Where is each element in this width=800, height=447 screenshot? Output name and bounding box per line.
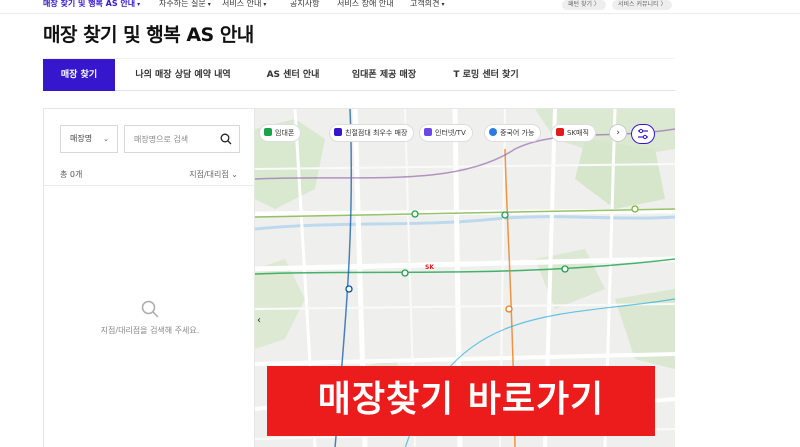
chip-label: SK매직 bbox=[567, 129, 589, 137]
phone-icon bbox=[264, 128, 272, 136]
result-count: 총 0개 bbox=[60, 170, 83, 179]
chip-label: 중국어 가능 bbox=[500, 129, 535, 137]
service-community-button[interactable]: 서비스 커뮤니티 〉 bbox=[612, 0, 673, 10]
tv-icon bbox=[424, 128, 432, 136]
store-find-shortcut-banner[interactable]: 매장찾기 바로가기 bbox=[267, 366, 655, 436]
store-search-panel: 매장명 ⌄ 총 0개 지점/대리점 ⌄ 지점/대리점을 검색해 주세요. bbox=[43, 108, 256, 447]
tab-as-center[interactable]: AS 센터 안내 bbox=[253, 59, 333, 91]
tab-bar: 매장 찾기 나의 매장 상담 예약 내역 AS 센터 안내 임대폰 제공 매장 … bbox=[43, 58, 675, 91]
chip-label: 임대폰 bbox=[275, 129, 295, 137]
nav-item-label: 공지사항 bbox=[290, 0, 320, 8]
chevron-down-icon: ▾ bbox=[207, 1, 211, 8]
tab-my-reservations[interactable]: 나의 매장 상담 예약 내역 bbox=[123, 59, 243, 91]
store-type-filter[interactable]: 지점/대리점 ⌄ bbox=[189, 169, 238, 180]
chevron-down-icon: ⌄ bbox=[103, 135, 109, 143]
chip-chinese-available[interactable]: 중국어 가능 bbox=[484, 124, 542, 142]
nav-item-service-guide[interactable]: 서비스 안내 ▾ bbox=[222, 0, 266, 9]
nav-item-faq[interactable]: 자주하는 질문 ▾ bbox=[159, 0, 211, 9]
pattern-find-button[interactable]: 패턴 찾기 〉 bbox=[562, 0, 606, 10]
search-icon bbox=[141, 300, 159, 318]
sk-store-marker[interactable]: SK bbox=[425, 264, 434, 271]
divider bbox=[44, 185, 256, 186]
tab-roaming-center[interactable]: T 로밍 센터 찾기 bbox=[443, 59, 529, 91]
store-type-filter-label: 지점/대리점 bbox=[189, 170, 229, 179]
chevron-down-icon: ▾ bbox=[137, 1, 141, 8]
chevron-down-icon: ⌄ bbox=[231, 170, 238, 179]
chevron-down-icon: ▾ bbox=[263, 1, 267, 8]
map-filter-button[interactable] bbox=[631, 124, 655, 144]
t-logo-icon bbox=[334, 128, 342, 136]
page-title: 매장 찾기 및 행복 AS 안내 bbox=[43, 24, 254, 46]
sk-magic-icon bbox=[556, 128, 564, 136]
search-type-value: 매장명 bbox=[70, 134, 93, 143]
nav-item-notice[interactable]: 공지사항 bbox=[290, 0, 319, 8]
search-input[interactable] bbox=[125, 126, 215, 152]
chip-internet-tv[interactable]: 인터넷/TV bbox=[419, 124, 473, 142]
nav-item-label: 서비스 장애 안내 bbox=[337, 0, 394, 8]
tab-rental-phone[interactable]: 임대폰 제공 매장 bbox=[339, 59, 429, 91]
star-icon bbox=[489, 128, 497, 136]
sliders-icon bbox=[638, 128, 648, 140]
tab-store-find[interactable]: 매장 찾기 bbox=[43, 59, 115, 91]
nav-item-store-find[interactable]: 매장 찾기 및 행복 AS 안내 ▾ bbox=[43, 0, 140, 9]
nav-item-feedback[interactable]: 고객의견 ▾ bbox=[410, 0, 444, 9]
top-navigation: 매장 찾기 및 행복 AS 안내 ▾ 자주하는 질문 ▾ 서비스 안내 ▾ 공지사항 … bbox=[0, 0, 800, 14]
empty-message: 지점/대리점을 검색해 주세요. bbox=[100, 326, 200, 335]
store-search-box bbox=[124, 125, 240, 153]
search-icon[interactable] bbox=[220, 133, 232, 145]
nav-item-label: 매장 찾기 및 행복 AS 안내 bbox=[43, 0, 136, 8]
chip-label: 인터넷/TV bbox=[435, 129, 466, 137]
nav-item-label: 서비스 안내 bbox=[222, 0, 262, 8]
search-type-select[interactable]: 매장명 ⌄ bbox=[60, 125, 118, 153]
chip-rental-phone[interactable]: 임대폰 bbox=[259, 124, 302, 142]
chip-next-button[interactable]: › bbox=[609, 124, 627, 142]
nav-item-label: 고객의견 bbox=[410, 0, 440, 8]
chip-sk-magic[interactable]: SK매직 bbox=[551, 124, 596, 142]
nav-item-outage[interactable]: 서비스 장애 안내 bbox=[337, 0, 394, 8]
chevron-down-icon: ▾ bbox=[441, 1, 445, 8]
nav-item-label: 자주하는 질문 bbox=[159, 0, 206, 8]
chip-label: 친절점대 최우수 매장 bbox=[345, 129, 408, 137]
collapse-panel-arrow-icon[interactable]: ‹ bbox=[257, 315, 261, 326]
chip-best-kindness-store[interactable]: 친절점대 최우수 매장 bbox=[329, 124, 415, 142]
